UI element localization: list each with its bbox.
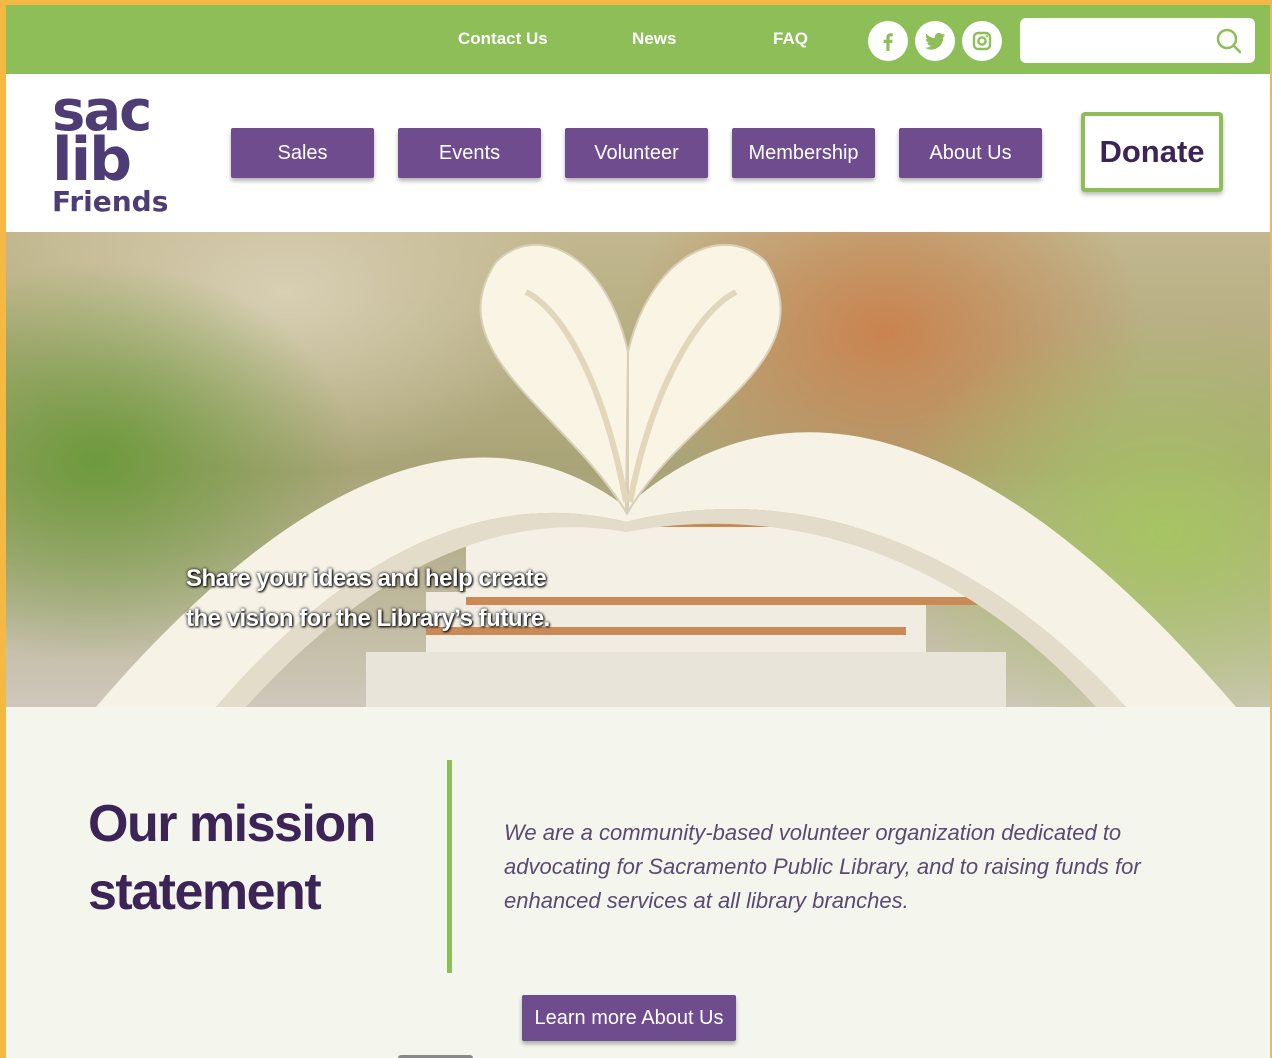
faq-link[interactable]: FAQ <box>773 29 808 49</box>
page: Contact Us News FAQ sac lib Friends Sale… <box>6 5 1270 1058</box>
mission-divider <box>447 760 452 973</box>
instagram-icon[interactable] <box>962 21 1002 61</box>
nav-events-button[interactable]: Events <box>398 128 541 178</box>
mission-heading: Our mission statement <box>88 795 376 921</box>
saclib-friends-logo[interactable]: sac lib Friends <box>52 84 187 222</box>
nav-membership-button[interactable]: Membership <box>732 128 875 178</box>
twitter-icon[interactable] <box>915 21 955 61</box>
search-input[interactable] <box>1030 26 1205 54</box>
top-utility-bar: Contact Us News FAQ <box>6 5 1270 74</box>
facebook-icon[interactable] <box>868 21 908 61</box>
news-link[interactable]: News <box>632 29 676 49</box>
nav-about-us-button[interactable]: About Us <box>899 128 1042 178</box>
search-box <box>1020 18 1255 63</box>
main-navigation: sac lib Friends Sales Events Volunteer M… <box>6 74 1270 232</box>
search-icon[interactable] <box>1215 27 1243 55</box>
learn-more-about-us-button[interactable]: Learn more About Us <box>522 995 736 1041</box>
hero-banner: Share your ideas and help create the vis… <box>6 232 1270 707</box>
donate-button[interactable]: Donate <box>1081 112 1223 192</box>
nav-volunteer-button[interactable]: Volunteer <box>565 128 708 178</box>
mission-statement-text: We are a community-based volunteer organ… <box>504 820 1141 913</box>
contact-us-link[interactable]: Contact Us <box>458 29 548 49</box>
hero-caption: Share your ideas and help create the vis… <box>186 565 550 632</box>
nav-sales-button[interactable]: Sales <box>231 128 374 178</box>
